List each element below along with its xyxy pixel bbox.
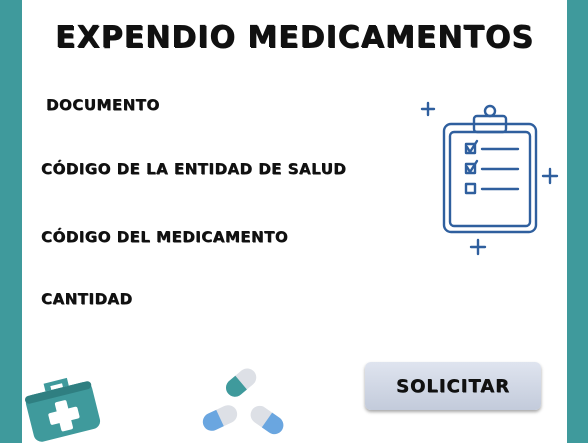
entidad-salud-label: CÓDIGO DE LA ENTIDAD DE SALUD [41,160,347,178]
medicamento-label: CÓDIGO DEL MEDICAMENTO [41,228,289,246]
solicitar-button[interactable]: SOLICITAR [365,362,541,410]
main-panel: EXPENDIO MEDICAMENTOS DOCUMENTO CÓDIGO D… [22,0,567,443]
cantidad-label: CANTIDAD [41,290,133,308]
page-title: EXPENDIO MEDICAMENTOS [55,20,534,55]
documento-label: DOCUMENTO [46,96,160,114]
first-aid-kit-icon [25,377,101,442]
pills-icon [202,368,284,435]
clipboard-checklist-icon [420,101,559,256]
